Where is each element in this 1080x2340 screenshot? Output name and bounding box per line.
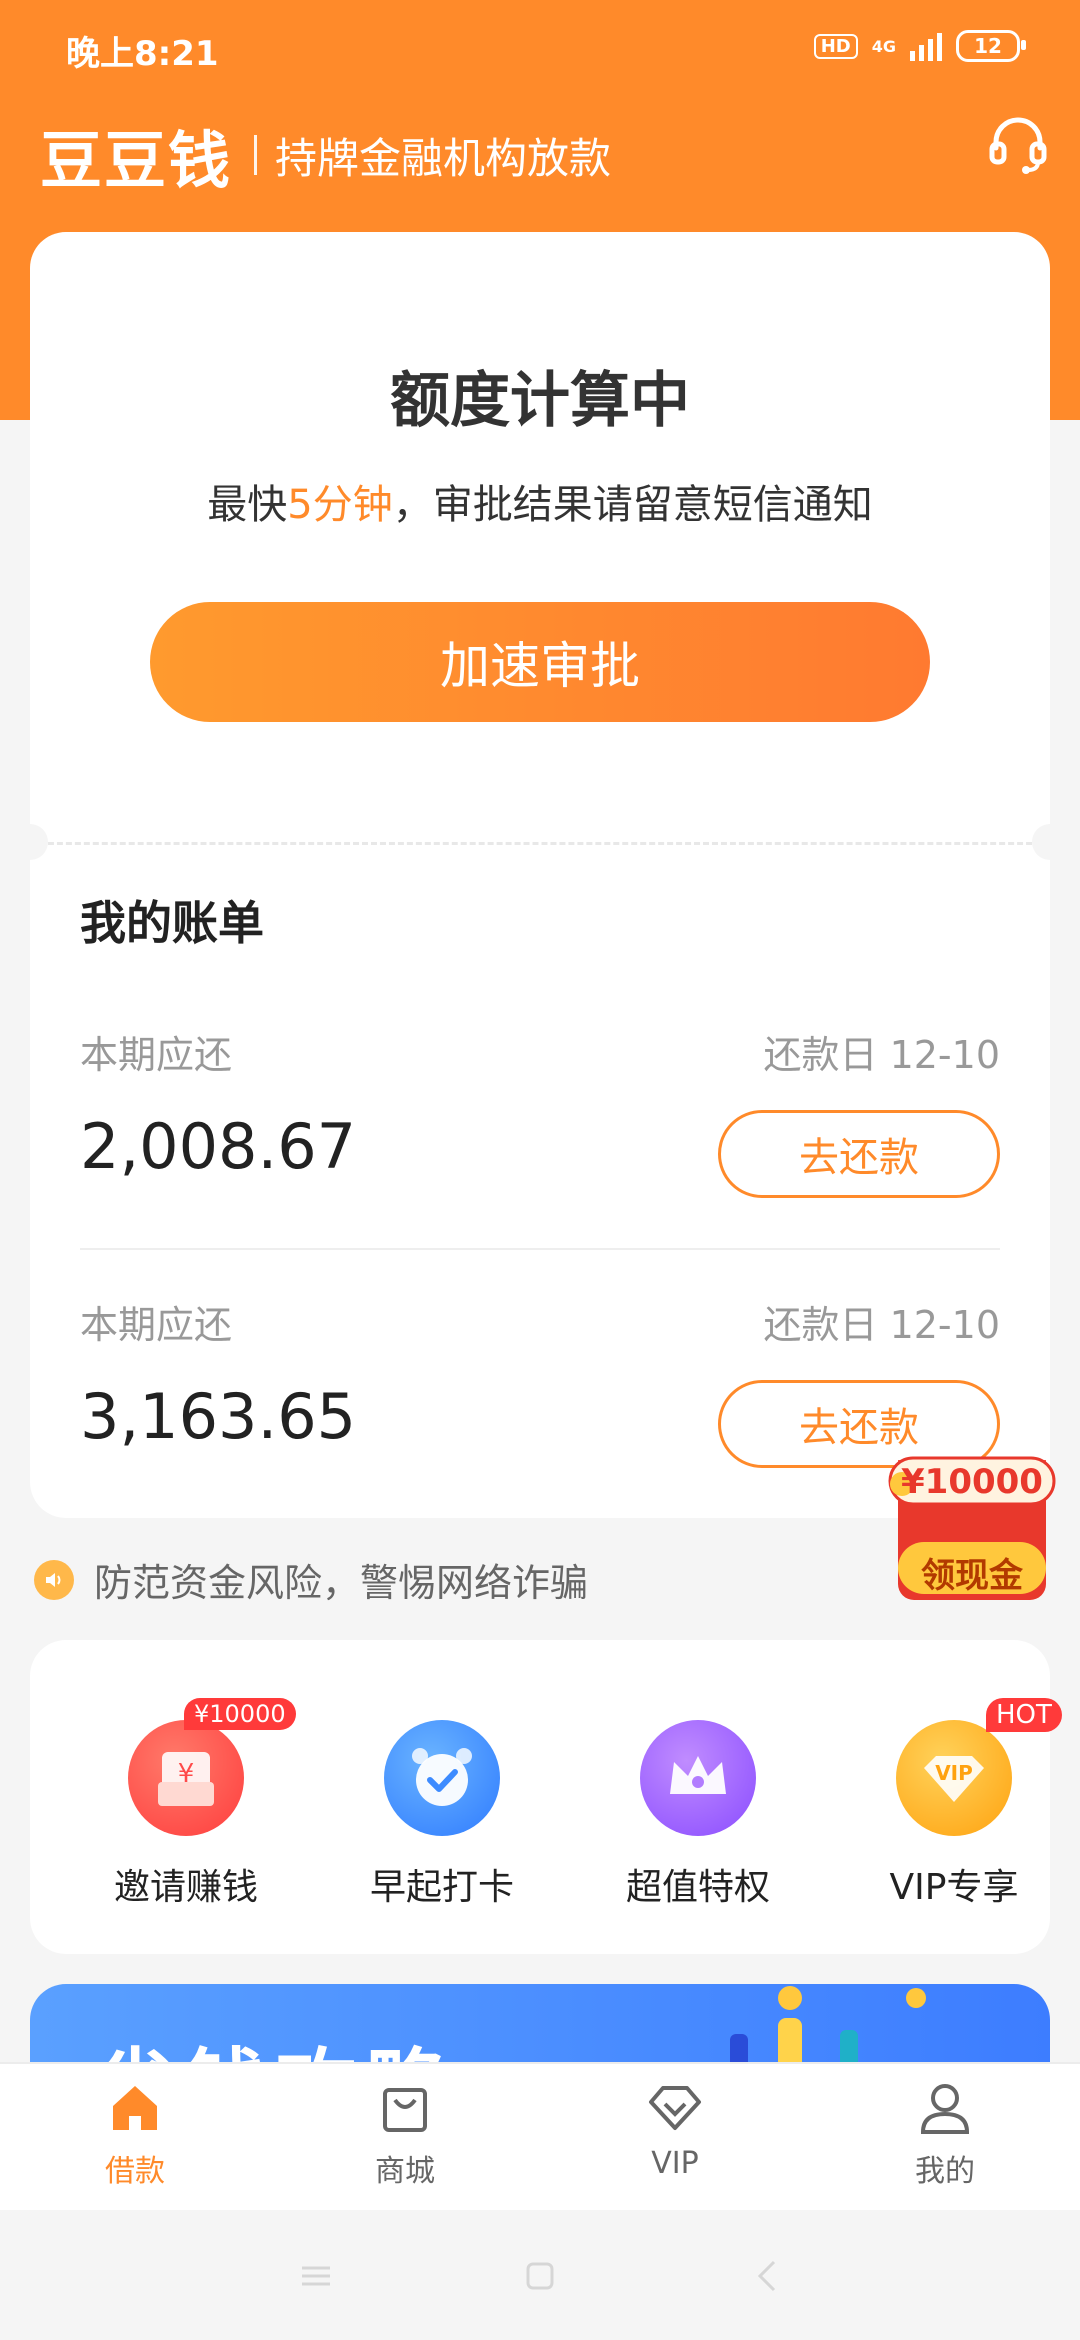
- tab-mine[interactable]: 我的: [865, 2078, 1025, 2190]
- promo-label: 领现金: [921, 1556, 1023, 1596]
- tab-label: VIP: [651, 2146, 699, 2181]
- vip-icon: VIP: [896, 1720, 1012, 1836]
- bottom-tab-bar: 借款 商城 VIP 我的: [0, 2062, 1080, 2212]
- system-navigation-bar: [0, 2210, 1080, 2340]
- bill-due-date: 还款日 12-10: [763, 1303, 1001, 1347]
- quick-actions-card: ¥ 邀请赚钱 ¥10000 早起打卡 超值特权 VIP VIP专享 HOT: [30, 1640, 1062, 1954]
- bills-title: 我的账单: [80, 896, 264, 950]
- quick-action-badge: ¥10000: [184, 1698, 296, 1730]
- app-logo: 豆豆钱: [40, 124, 233, 197]
- cash-promo-floating[interactable]: ¥10000 领现金: [884, 1440, 1060, 1608]
- hd-indicator: HD: [813, 33, 858, 59]
- promo-amount: ¥10000: [901, 1462, 1043, 1502]
- subtitle-suffix: ，审批结果请留意短信通知: [392, 482, 873, 528]
- brand-slogan: 持牌金融机构放款: [275, 133, 612, 183]
- customer-service-icon[interactable]: [986, 112, 1050, 176]
- red-envelope-icon: ¥: [128, 1720, 244, 1836]
- card-notch-left: [12, 824, 48, 860]
- quick-action-label: 超值特权: [625, 1867, 770, 1908]
- card-divider: [30, 842, 1050, 845]
- bill-amount: 2,008.67: [80, 1110, 357, 1183]
- speaker-icon: [34, 1559, 74, 1600]
- quick-action-badge: HOT: [986, 1698, 1062, 1732]
- bill-row-divider: [80, 1248, 1000, 1250]
- tab-label: 我的: [915, 2154, 975, 2189]
- card-notch-right: [1032, 824, 1068, 860]
- brand-divider: [254, 135, 258, 175]
- back-nav-icon[interactable]: [748, 2256, 788, 2296]
- diamond-icon: [649, 2086, 701, 2130]
- status-bar: 晚上8:21 HD 4G 12: [0, 0, 1080, 96]
- bill-amount: 3,163.65: [80, 1380, 357, 1453]
- notice-text: 防范资金风险，警惕网络诈骗: [94, 1561, 589, 1605]
- celebration-illustration: [730, 1986, 926, 2074]
- quick-action-invite[interactable]: ¥ 邀请赚钱 ¥10000: [86, 1698, 296, 1910]
- subtitle-highlight: 5分钟: [287, 482, 393, 528]
- quick-action-label: 邀请赚钱: [113, 1867, 258, 1908]
- quick-action-vip[interactable]: VIP VIP专享 HOT: [854, 1698, 1062, 1910]
- quick-action-label: VIP专享: [889, 1867, 1019, 1908]
- svg-text:VIP: VIP: [935, 1761, 973, 1785]
- fraud-notice: 防范资金风险，警惕网络诈骗: [34, 1552, 588, 1607]
- repay-button[interactable]: 去还款: [718, 1110, 1000, 1198]
- bill-label: 本期应还: [80, 1303, 233, 1347]
- quick-action-checkin[interactable]: 早起打卡: [342, 1720, 542, 1910]
- quota-title: 额度计算中: [390, 366, 690, 436]
- battery-level: 12: [974, 34, 1002, 58]
- accelerate-approval-button[interactable]: 加速审批: [150, 602, 930, 722]
- bill-due-date: 还款日 12-10: [763, 1033, 1001, 1077]
- brand-header: 豆豆钱 持牌金融机构放款: [40, 110, 611, 200]
- alarm-clock-icon: [384, 1720, 500, 1836]
- menu-nav-icon[interactable]: [296, 2256, 336, 2296]
- svg-text:¥: ¥: [178, 1759, 195, 1789]
- tab-loan[interactable]: 借款: [55, 2078, 215, 2190]
- subtitle-prefix: 最快: [207, 482, 288, 528]
- person-icon: [920, 2084, 970, 2134]
- network-type: 4G: [871, 36, 896, 56]
- signal-icon: [910, 31, 942, 61]
- status-time: 晚上8:21: [66, 34, 219, 74]
- tab-mall[interactable]: 商城: [325, 2078, 485, 2190]
- quick-action-label: 早起打卡: [369, 1867, 514, 1908]
- bill-label: 本期应还: [80, 1033, 233, 1077]
- shopping-bag-icon: [383, 2088, 427, 2132]
- quota-subtitle: 最快5分钟，审批结果请留意短信通知: [30, 472, 1050, 530]
- home-icon: [113, 2086, 157, 2130]
- quota-bill-card: 额度计算中 最快5分钟，审批结果请留意短信通知 加速审批 我的账单 本期应还 还…: [12, 232, 1068, 1518]
- battery-icon: 12: [956, 30, 1026, 62]
- crown-icon: [640, 1720, 756, 1836]
- tab-vip[interactable]: VIP: [595, 2078, 755, 2181]
- home-nav-icon[interactable]: [520, 2256, 560, 2296]
- quick-action-privilege[interactable]: 超值特权: [598, 1720, 798, 1910]
- tab-label: 借款: [105, 2154, 165, 2189]
- tab-label: 商城: [375, 2154, 435, 2189]
